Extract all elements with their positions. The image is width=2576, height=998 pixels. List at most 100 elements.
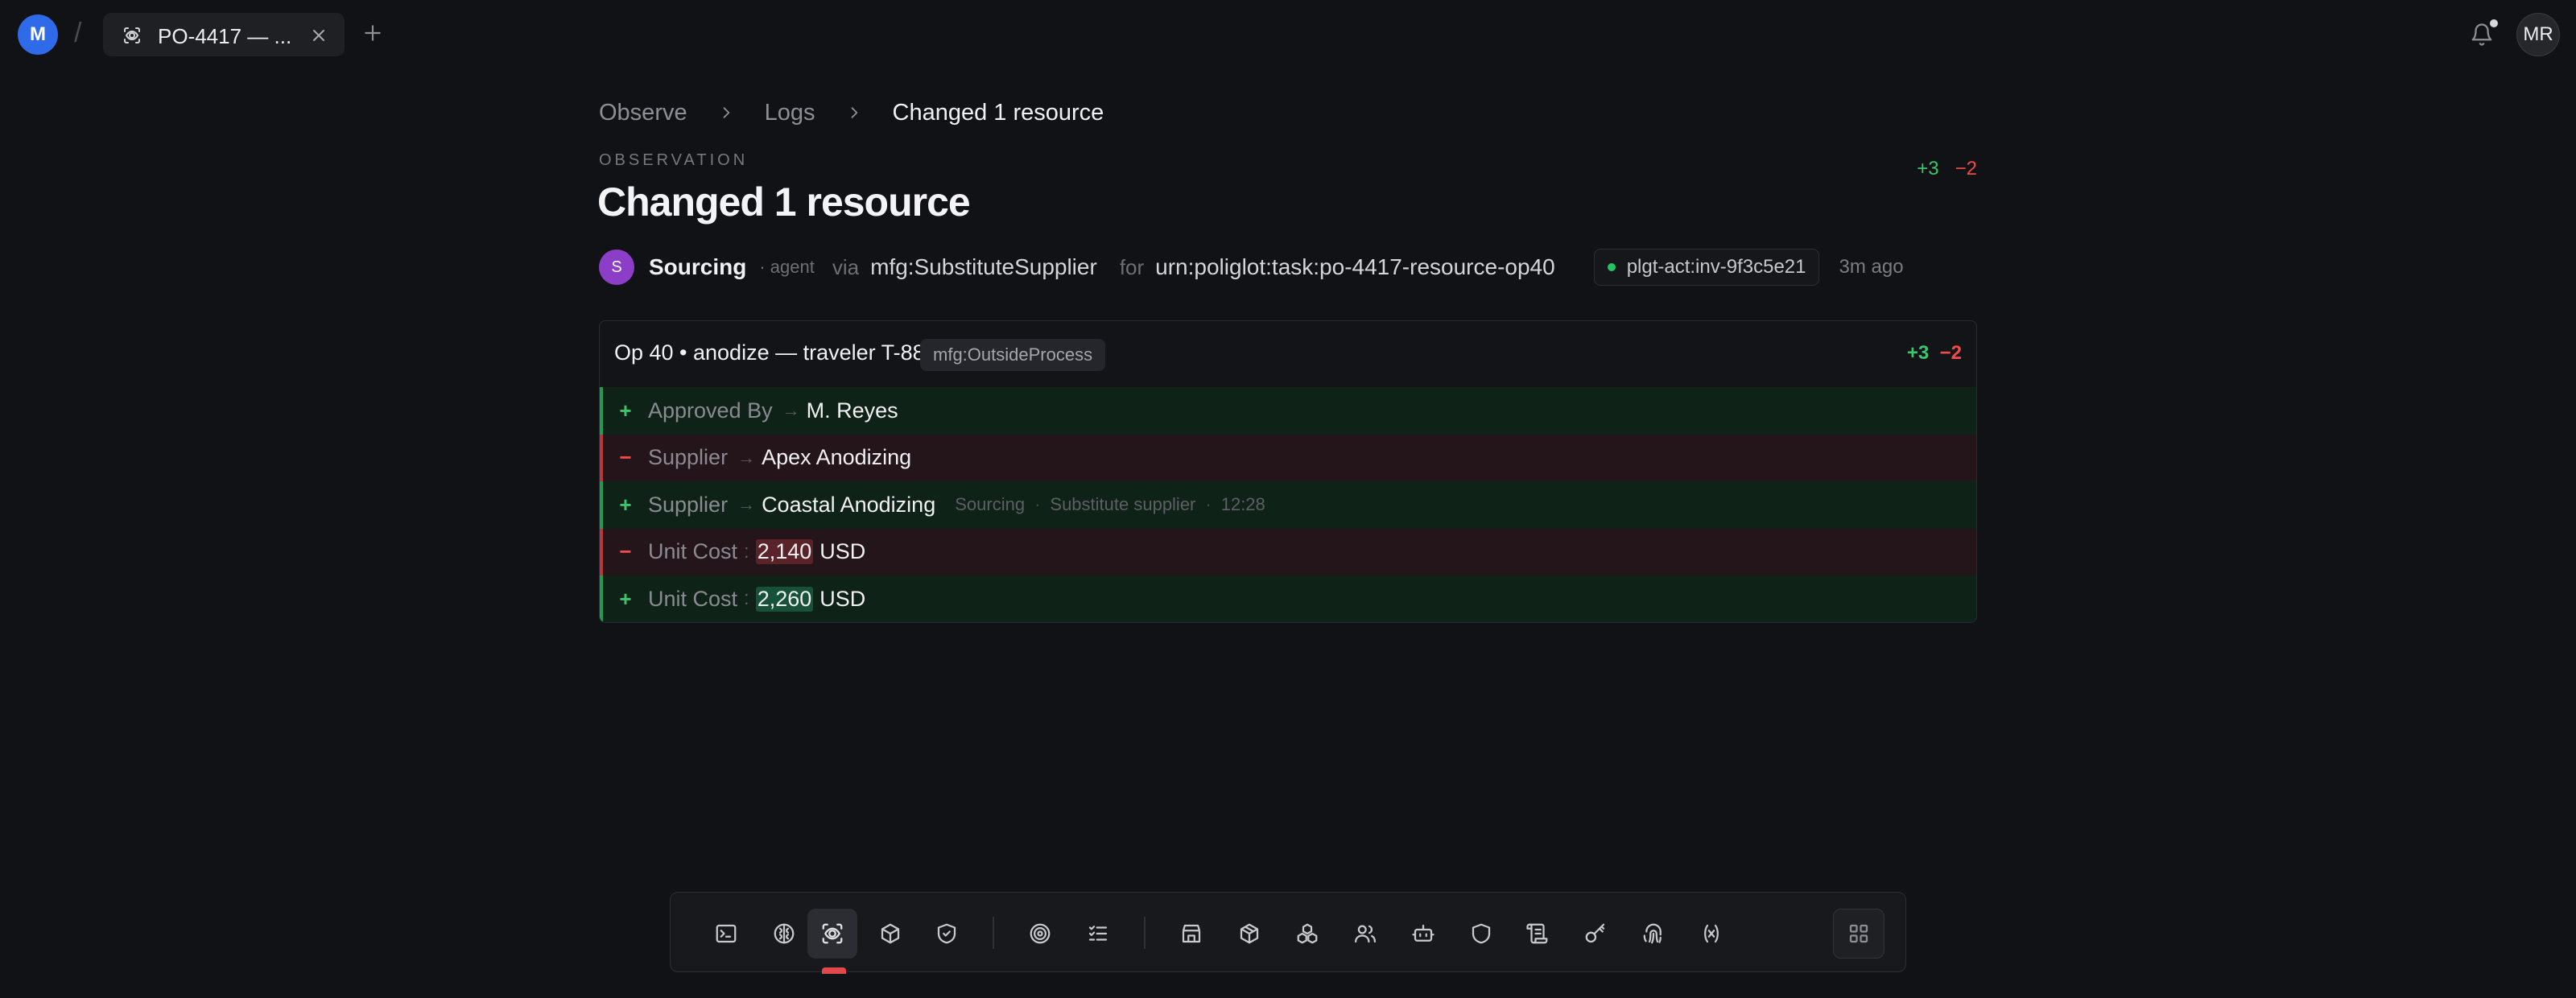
tab-title: PO-4417 — ... [158,24,292,48]
resource-header[interactable]: Op 40 • anodize — traveler T-88 mfg:Outs… [600,321,1976,387]
chevron-right-icon [710,103,742,122]
change-time: 12:28 [1220,494,1265,515]
variable-icon [1704,924,1719,943]
user-avatar[interactable]: MR [2516,13,2560,56]
resource-diff-stats: +3 −2 [1907,342,1962,365]
amount-highlight: 2,140 [755,539,814,565]
deletions-count: −2 [1939,342,1962,364]
field-value: Coastal Anodizing [762,492,936,517]
actor-kind: · agent [759,257,815,277]
page-title: Changed 1 resource [597,179,971,225]
workspace-avatar[interactable]: M [18,14,58,55]
target-icon [1030,923,1051,944]
workspace-separator: / [74,18,82,48]
dock-brain-button[interactable] [759,909,809,959]
arrow-right-icon: → [737,494,756,515]
grid-icon [1849,924,1868,943]
currency-unit: USD [819,586,866,611]
dock-terminal-button[interactable] [701,909,751,959]
breadcrumb: Observe Logs Changed 1 resource [599,98,1104,127]
addition-sign: + [619,492,632,517]
diff-row: − Supplier → Apex Anodizing [600,434,1976,481]
via-label: via [832,254,860,279]
eyebrow-label: OBSERVATION [599,151,749,169]
chevron-right-icon [838,103,870,122]
dock-apps-button[interactable] [1833,909,1885,959]
field-name: Unit Cost [648,539,738,564]
dock-divider [993,917,994,949]
app-dock [670,892,1906,974]
dock-target-button[interactable] [1015,909,1065,959]
dock-keys-button[interactable] [1571,909,1620,959]
activity-chip[interactable]: plgt-act:inv-9f3c5e21 [1593,249,1820,286]
diff-row: + Approved By → M. Reyes [600,387,1976,435]
addition-sign: + [619,398,632,423]
dock-identity-button[interactable] [1629,909,1678,959]
field-value: Apex Anodizing [762,445,912,470]
for-value[interactable]: urn:poliglot:task:po-4417-resource-op40 [1155,254,1555,280]
separator-dot: · [1034,494,1041,515]
via-value[interactable]: mfg:SubstituteSupplier [870,254,1097,280]
dock-users-button[interactable] [1340,909,1390,959]
breadcrumb-observe[interactable]: Observe [599,100,687,126]
field-name: Unit Cost [648,586,738,611]
plus-icon[interactable] [362,23,383,43]
diff-row: + Unit Cost : 2,260 USD [600,575,1976,622]
resource-diff-card: Op 40 • anodize — traveler T-88 mfg:Outs… [599,320,1977,623]
dock-agents-button[interactable] [1398,909,1448,959]
colon-separator: : [744,588,749,610]
breadcrumb-logs[interactable]: Logs [765,100,815,126]
activity-id: plgt-act:inv-9f3c5e21 [1626,256,1806,278]
colon-separator: : [744,540,749,563]
dock-box-button[interactable] [865,909,915,959]
field-name: Approved By [648,398,773,423]
fingerprint-icon [1643,923,1662,944]
shield-icon [1472,923,1491,944]
top-bar: M / PO-4417 — ... MR [0,0,2576,69]
dock-policy-button[interactable] [1456,909,1506,959]
dock-scroll-button[interactable] [1513,909,1563,959]
arrow-right-icon: → [737,447,756,468]
dock-variables-button[interactable] [1686,909,1736,959]
box-icon [881,923,900,944]
dock-security-button[interactable] [922,909,972,959]
terminal-icon [716,924,737,943]
dock-store-button[interactable] [1166,909,1216,959]
dock-tasks-button[interactable] [1073,909,1123,959]
arrow-right-icon: → [782,400,800,421]
amount-highlight: 2,260 [755,586,814,612]
checklist-icon [1088,926,1108,941]
resource-type-badge: mfg:OutsideProcess [920,339,1106,371]
timestamp: 3m ago [1839,256,1904,278]
diff-row: − Unit Cost : 2,140 USD [600,528,1976,575]
dock-components-button[interactable] [1282,909,1332,959]
observe-icon [122,26,142,45]
dock-observe-button[interactable] [807,909,857,959]
additions-count: +3 [1906,342,1930,364]
deletion-sign: − [619,445,632,470]
actor-name[interactable]: Sourcing [649,254,746,280]
key-icon [1585,923,1605,943]
dock-divider [1144,917,1146,949]
brain-icon [774,923,795,944]
tab-observation[interactable]: PO-4417 — ... [103,13,345,56]
dock-package-button[interactable] [1224,909,1274,959]
addition-sign: + [619,586,632,611]
bot-icon [1412,924,1435,942]
active-indicator [822,967,846,974]
diff-row: + Supplier → Coastal Anodizing Sourcing … [600,481,1976,529]
currency-unit: USD [819,539,866,564]
field-value: M. Reyes [806,398,898,423]
field-name: Supplier [648,492,729,517]
change-actor: Sourcing [955,494,1026,515]
separator-dot: · [1205,494,1212,515]
field-name: Supplier [648,445,729,470]
scroll-icon [1526,923,1548,944]
deletion-sign: − [619,539,632,564]
close-icon[interactable] [309,26,328,45]
boxes-icon [1297,923,1318,944]
observation-meta: S Sourcing · agent via mfg:SubstituteSup… [599,249,1904,286]
shield-check-icon [937,923,956,944]
store-icon [1182,924,1201,943]
actor-avatar: S [599,250,634,285]
